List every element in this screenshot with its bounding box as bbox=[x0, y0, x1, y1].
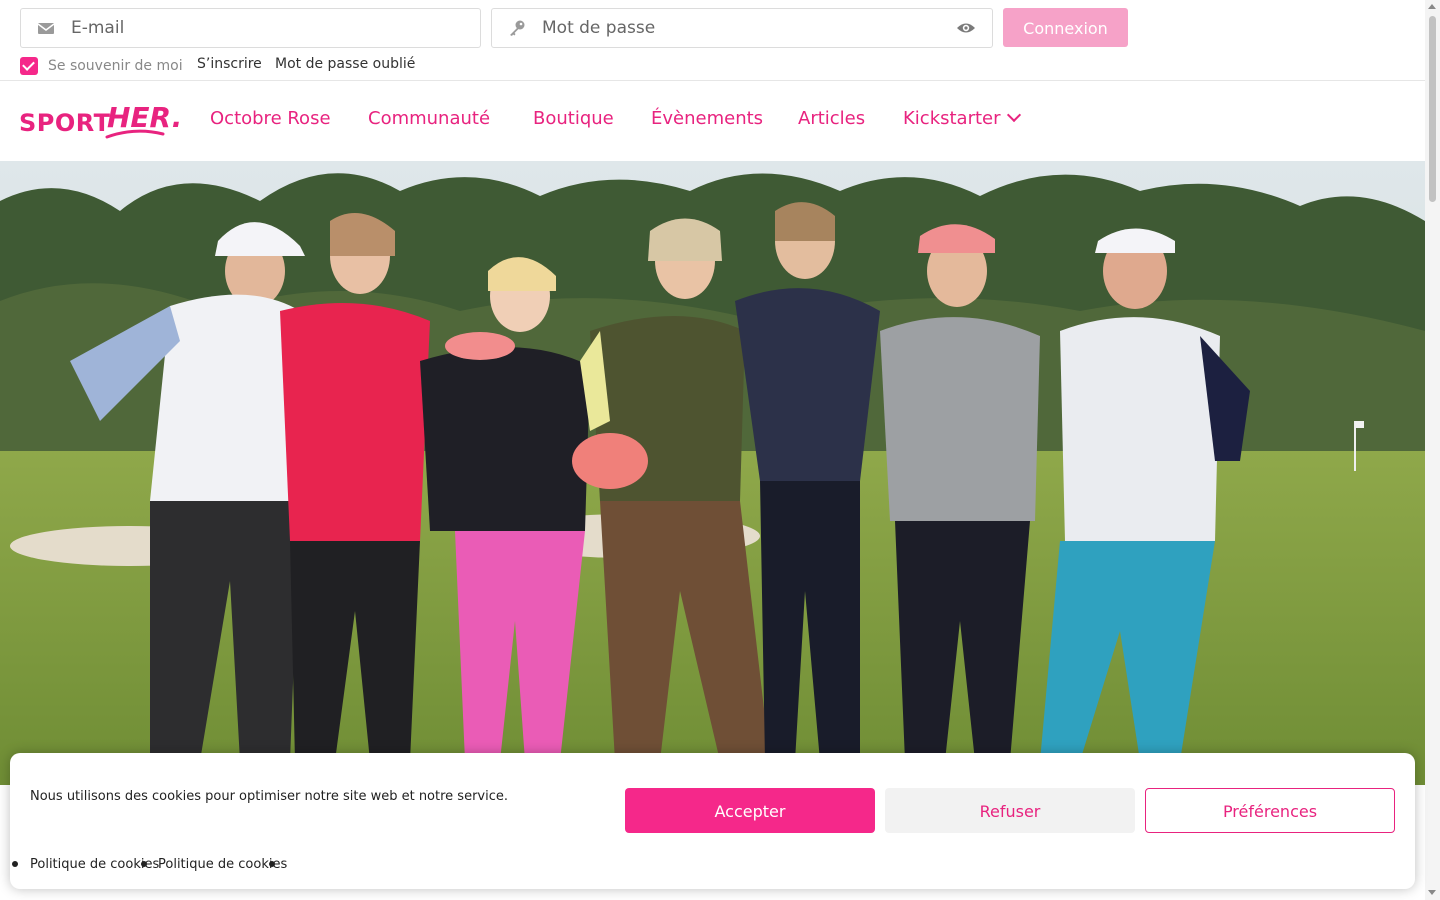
logo-text-sport: SPORT bbox=[19, 109, 111, 137]
password-field[interactable]: Mot de passe bbox=[491, 8, 993, 48]
scroll-thumb[interactable] bbox=[1429, 16, 1436, 202]
login-bar: E-mail Mot de passe Connexion Se souveni… bbox=[0, 0, 1425, 81]
key-icon bbox=[510, 20, 525, 36]
nav-item-evenements[interactable]: Évènements bbox=[651, 108, 763, 129]
golfers-photo bbox=[0, 161, 1425, 785]
envelope-icon bbox=[37, 23, 55, 34]
bullet-icon bbox=[12, 861, 18, 867]
nav-item-octobre-rose[interactable]: Octobre Rose bbox=[210, 108, 331, 129]
cookie-policy-link[interactable]: Politique de cookies bbox=[30, 857, 159, 872]
login-button[interactable]: Connexion bbox=[1003, 8, 1128, 47]
scroll-down-arrow-icon[interactable] bbox=[1428, 890, 1436, 895]
password-placeholder: Mot de passe bbox=[542, 18, 656, 38]
cookie-preferences-button[interactable]: Préférences bbox=[1145, 788, 1395, 833]
email-field[interactable]: E-mail bbox=[20, 8, 481, 48]
nav-item-kickstarter[interactable]: Kickstarter bbox=[903, 107, 1021, 129]
nav-item-articles[interactable]: Articles bbox=[798, 108, 865, 129]
page-scrollbar[interactable] bbox=[1425, 0, 1440, 900]
bullet-icon bbox=[141, 861, 147, 867]
remember-me-label: Se souvenir de moi bbox=[48, 58, 183, 74]
sporther-logo[interactable]: SPORT HER. bbox=[19, 101, 182, 141]
main-nav: SPORT HER. Octobre Rose Communauté Bouti… bbox=[0, 81, 1425, 161]
scroll-up-arrow-icon[interactable] bbox=[1428, 4, 1436, 9]
cookie-message: Nous utilisons des cookies pour optimise… bbox=[30, 789, 508, 804]
email-placeholder: E-mail bbox=[71, 18, 125, 38]
bullet-icon bbox=[269, 861, 275, 867]
nav-item-boutique[interactable]: Boutique bbox=[533, 108, 614, 129]
cookie-banner: Nous utilisons des cookies pour optimise… bbox=[10, 753, 1415, 889]
accept-cookies-button[interactable]: Accepter bbox=[625, 788, 875, 833]
nav-item-kickstarter-label: Kickstarter bbox=[903, 108, 1001, 129]
chevron-down-icon bbox=[1006, 107, 1021, 123]
cookie-policy-link[interactable]: Politique de cookies bbox=[158, 857, 287, 872]
logo-swoosh bbox=[105, 129, 165, 139]
nav-item-communaute[interactable]: Communauté bbox=[368, 108, 490, 129]
forgot-password-link[interactable]: Mot de passe oublié bbox=[275, 56, 415, 72]
refuse-cookies-button[interactable]: Refuser bbox=[885, 788, 1135, 833]
show-password-eye-icon[interactable] bbox=[956, 20, 976, 36]
remember-me[interactable]: Se souvenir de moi bbox=[20, 57, 183, 75]
remember-me-checkbox[interactable] bbox=[20, 57, 38, 75]
hero-image bbox=[0, 161, 1425, 785]
signup-link[interactable]: S’inscrire bbox=[197, 56, 262, 72]
